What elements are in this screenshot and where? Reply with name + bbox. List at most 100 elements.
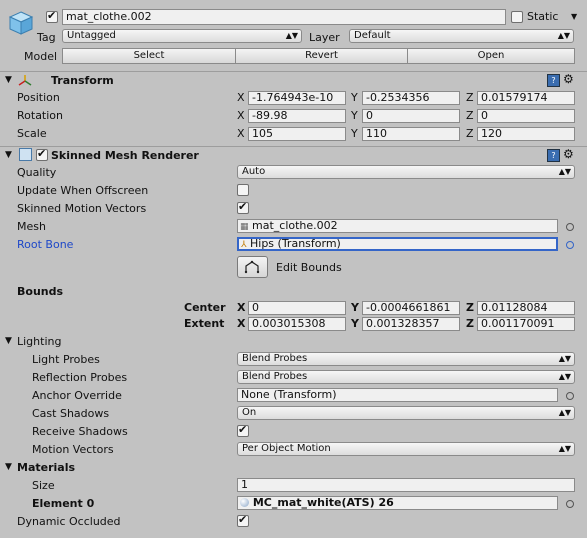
tag-label: Tag bbox=[37, 31, 56, 44]
gear-icon[interactable]: ⚙ bbox=[563, 147, 574, 161]
cast-shadows-dropdown[interactable]: On ▲▼ bbox=[237, 406, 575, 420]
quality-dropdown[interactable]: Auto ▲▼ bbox=[237, 165, 575, 179]
update-offscreen-label: Update When Offscreen bbox=[17, 184, 149, 197]
position-label: Position bbox=[17, 91, 60, 104]
model-revert-button[interactable]: Revert bbox=[235, 48, 408, 64]
edit-bounds-button[interactable] bbox=[237, 256, 268, 278]
object-header: mat_clothe.002 Static ▼ Tag Untagged▲▼ L… bbox=[0, 0, 587, 66]
extent-row: Extent X 0.003015308 Y 0.001328357 Z 0.0… bbox=[0, 315, 587, 333]
center-y-field[interactable]: -0.0004661861 bbox=[362, 301, 460, 315]
update-offscreen-checkbox[interactable] bbox=[237, 184, 249, 196]
rotation-z-field[interactable]: 0 bbox=[477, 109, 575, 123]
cast-shadows-row: Cast Shadows On ▲▼ bbox=[0, 405, 587, 423]
chevron-down-icon: ▲▼ bbox=[558, 372, 571, 381]
materials-foldout[interactable]: ▼ Materials bbox=[0, 459, 587, 477]
quality-row: Quality Auto ▲▼ bbox=[0, 164, 587, 182]
skinned-mesh-icon bbox=[19, 148, 32, 161]
axis-y-label: Y bbox=[351, 91, 358, 104]
layer-dropdown[interactable]: Default ▲▼ bbox=[349, 29, 574, 43]
smr-header[interactable]: ▼ Skinned Mesh Renderer ? ⚙ bbox=[0, 146, 587, 164]
rotation-y-field[interactable]: 0 bbox=[362, 109, 460, 123]
static-label: Static bbox=[527, 10, 559, 23]
axis-z-label: Z bbox=[466, 301, 474, 314]
help-icon[interactable]: ? bbox=[547, 74, 560, 87]
root-bone-label: Root Bone bbox=[17, 238, 74, 251]
position-z-field[interactable]: 0.01579174 bbox=[477, 91, 575, 105]
size-label: Size bbox=[32, 479, 55, 492]
transform-header[interactable]: ▼ Transform ? ⚙ bbox=[0, 71, 587, 89]
root-bone-field[interactable]: ⅄ Hips (Transform) bbox=[237, 237, 558, 251]
smr-enabled-checkbox[interactable] bbox=[36, 147, 48, 161]
object-name-field[interactable]: mat_clothe.002 bbox=[62, 9, 506, 25]
extent-x-field[interactable]: 0.003015308 bbox=[248, 317, 346, 331]
static-checkbox[interactable] bbox=[511, 11, 523, 23]
position-y-field[interactable]: -0.2534356 bbox=[362, 91, 460, 105]
center-x-field[interactable]: 0 bbox=[248, 301, 346, 315]
motion-vectors-dropdown[interactable]: Per Object Motion ▲▼ bbox=[237, 442, 575, 456]
lighting-foldout[interactable]: ▼ Lighting bbox=[0, 333, 587, 351]
rotation-row: Rotation X -89.98 Y 0 Z 0 bbox=[0, 107, 587, 125]
expand-arrow-icon[interactable]: ▼ bbox=[5, 75, 12, 85]
layer-label: Layer bbox=[309, 31, 340, 44]
axis-x-label: X bbox=[237, 127, 245, 140]
receive-shadows-checkbox[interactable] bbox=[237, 423, 249, 437]
expand-arrow-icon[interactable]: ▼ bbox=[5, 336, 12, 346]
object-picker-icon[interactable] bbox=[566, 392, 574, 400]
scale-z-field[interactable]: 120 bbox=[477, 127, 575, 141]
expand-arrow-icon[interactable]: ▼ bbox=[5, 150, 12, 160]
extent-y-field[interactable]: 0.001328357 bbox=[362, 317, 460, 331]
reflection-probes-dropdown[interactable]: Blend Probes ▲▼ bbox=[237, 370, 575, 384]
quality-label: Quality bbox=[17, 166, 57, 179]
material-sphere-icon bbox=[240, 498, 249, 507]
cube-icon bbox=[8, 10, 34, 36]
active-checkbox[interactable] bbox=[46, 9, 58, 23]
help-icon[interactable]: ? bbox=[547, 149, 560, 162]
position-row: Position X -1.764943e-10 Y -0.2534356 Z … bbox=[0, 89, 587, 107]
anchor-override-field[interactable]: None (Transform) bbox=[237, 388, 558, 402]
axis-y-label: Y bbox=[351, 109, 358, 122]
position-x-field[interactable]: -1.764943e-10 bbox=[248, 91, 346, 105]
axis-x-label: X bbox=[237, 91, 245, 104]
light-probes-label: Light Probes bbox=[32, 353, 100, 366]
tag-dropdown[interactable]: Untagged ▲▼ bbox=[62, 29, 302, 43]
dynamic-occluded-checkbox[interactable] bbox=[237, 513, 249, 527]
mesh-field[interactable]: ▦ mat_clothe.002 bbox=[237, 219, 558, 233]
dynamic-occluded-row: Dynamic Occluded bbox=[0, 513, 587, 531]
object-picker-icon[interactable] bbox=[566, 241, 574, 249]
light-probes-dropdown[interactable]: Blend Probes ▲▼ bbox=[237, 352, 575, 366]
model-select-button[interactable]: Select bbox=[62, 48, 236, 64]
transform-title: Transform bbox=[51, 74, 114, 87]
chevron-down-icon: ▲▼ bbox=[558, 167, 571, 176]
axis-z-label: Z bbox=[466, 317, 474, 330]
lighting-label: Lighting bbox=[17, 335, 62, 348]
reflection-probes-label: Reflection Probes bbox=[32, 371, 128, 384]
rotation-x-field[interactable]: -89.98 bbox=[248, 109, 346, 123]
chevron-down-icon: ▲▼ bbox=[558, 444, 571, 453]
skinned-motion-checkbox[interactable] bbox=[237, 200, 249, 214]
axis-x-label: X bbox=[237, 317, 246, 330]
expand-arrow-icon[interactable]: ▼ bbox=[5, 462, 12, 472]
axis-x-label: X bbox=[237, 109, 245, 122]
skinned-motion-label: Skinned Motion Vectors bbox=[17, 202, 147, 215]
chevron-down-icon: ▲▼ bbox=[558, 354, 571, 363]
transform-icon: ⅄ bbox=[241, 240, 247, 250]
edit-bounds-icon bbox=[244, 260, 260, 274]
static-dropdown-arrow[interactable]: ▼ bbox=[571, 12, 577, 21]
extent-z-field[interactable]: 0.001170091 bbox=[477, 317, 575, 331]
root-bone-row: Root Bone ⅄ Hips (Transform) bbox=[0, 236, 587, 254]
extent-label: Extent bbox=[184, 317, 225, 330]
scale-y-field[interactable]: 110 bbox=[362, 127, 460, 141]
axis-z-label: Z bbox=[466, 127, 474, 140]
skinned-motion-row: Skinned Motion Vectors bbox=[0, 200, 587, 218]
center-z-field[interactable]: 0.01128084 bbox=[477, 301, 575, 315]
update-offscreen-row: Update When Offscreen bbox=[0, 182, 587, 200]
scale-x-field[interactable]: 105 bbox=[248, 127, 346, 141]
size-field[interactable]: 1 bbox=[237, 478, 575, 492]
edit-bounds-label: Edit Bounds bbox=[276, 261, 342, 274]
model-open-button[interactable]: Open bbox=[407, 48, 575, 64]
element0-field[interactable]: MC_mat_white(ATS) 26 bbox=[237, 496, 558, 510]
gear-icon[interactable]: ⚙ bbox=[563, 72, 574, 86]
transform-icon bbox=[18, 74, 32, 90]
object-picker-icon[interactable] bbox=[566, 500, 574, 508]
object-picker-icon[interactable] bbox=[566, 223, 574, 231]
